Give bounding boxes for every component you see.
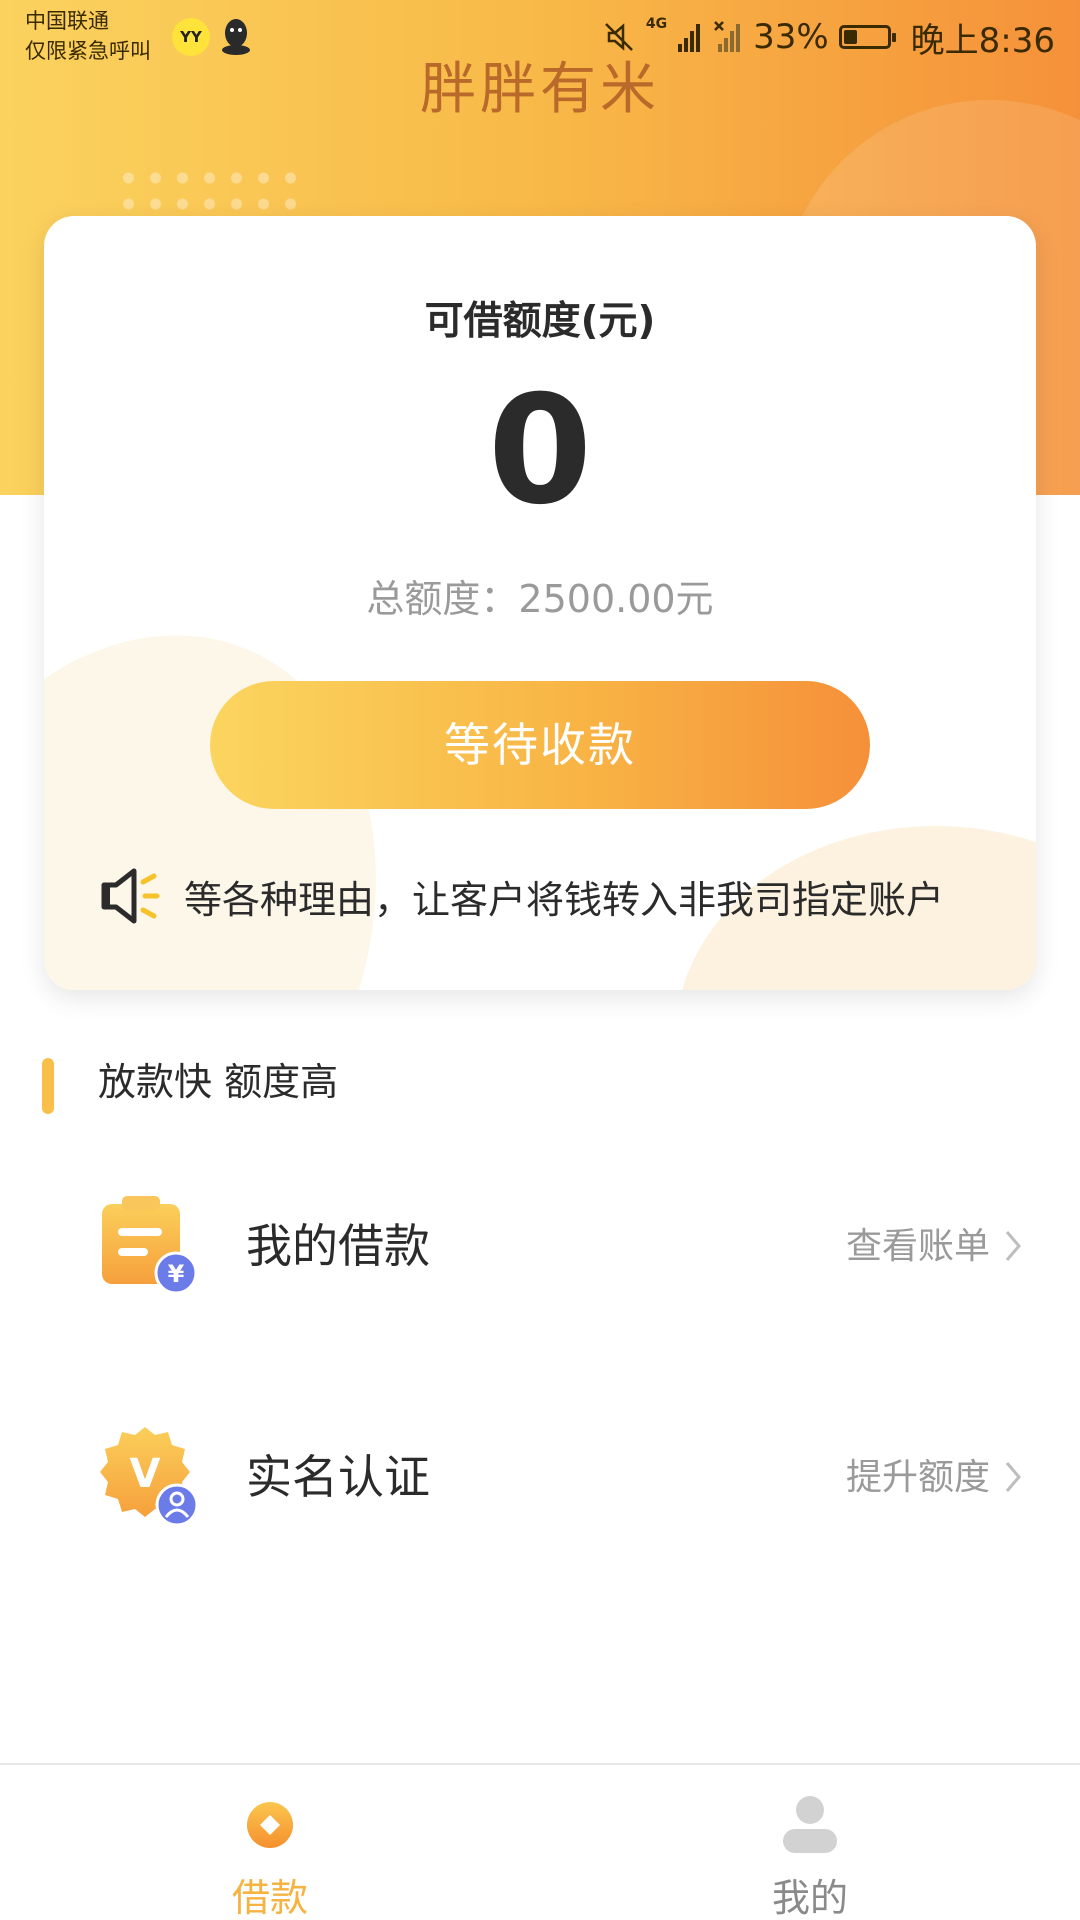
real-name-auth-label: 实名认证 <box>246 1450 430 1504</box>
chevron-right-icon <box>1005 1231 1021 1261</box>
available-credit-label: 可借额度(元) <box>424 299 656 344</box>
bottom-tab-bar: 借款 我的 <box>0 1763 1080 1920</box>
page: 中国联通 仅限紧急呼叫 YY 4G 33% 晚上8:36 胖胖有米 可借额度(元… <box>0 0 1080 1920</box>
chevron-right-icon <box>1005 1462 1021 1492</box>
raise-limit-link[interactable]: 提升额度 <box>846 1451 990 1505</box>
view-bill-link[interactable]: 查看账单 <box>846 1220 990 1274</box>
credit-card: 可借额度(元) 0 总额度：2500.00元 等待收款 等各种理由，让客户将钱转… <box>44 216 1036 990</box>
v-badge-text: V <box>130 1451 161 1497</box>
wait-payment-button[interactable]: 等待收款 <box>210 681 870 809</box>
notice-bar: 等各种理由，让客户将钱转入非我司指定账户 <box>100 846 944 946</box>
section-title: 放款快 额度高 <box>98 1060 339 1104</box>
tab-mine[interactable]: 我的 <box>540 1765 1080 1920</box>
real-name-auth-row[interactable]: V 实名认证 提升额度 <box>0 1413 1080 1543</box>
battery-fill <box>843 30 857 44</box>
section-accent-bar <box>42 1058 54 1114</box>
app-title: 胖胖有米 <box>420 57 660 122</box>
coin-icon <box>247 1802 293 1848</box>
loan-clipboard-icon: ¥ <box>102 1196 198 1295</box>
notice-text: 等各种理由，让客户将钱转入非我司指定账户 <box>184 877 945 922</box>
user-icon <box>783 1796 837 1853</box>
my-loans-label: 我的借款 <box>246 1219 430 1273</box>
header-dots-decoration <box>115 165 305 215</box>
my-loans-row[interactable]: ¥ 我的借款 查看账单 <box>0 1182 1080 1312</box>
tab-loan-label: 借款 <box>231 1876 308 1920</box>
speaker-icon <box>101 868 160 924</box>
carrier-name: 中国联通 <box>25 9 109 33</box>
available-credit-amount: 0 <box>487 364 593 538</box>
tab-mine-label: 我的 <box>771 1876 848 1920</box>
verified-badge-icon: V <box>100 1427 199 1527</box>
network-type: 4G <box>645 16 668 32</box>
yen-badge-text: ¥ <box>168 1260 185 1288</box>
total-credit: 总额度：2500.00元 <box>366 577 714 621</box>
tab-loan[interactable]: 借款 <box>0 1765 540 1920</box>
